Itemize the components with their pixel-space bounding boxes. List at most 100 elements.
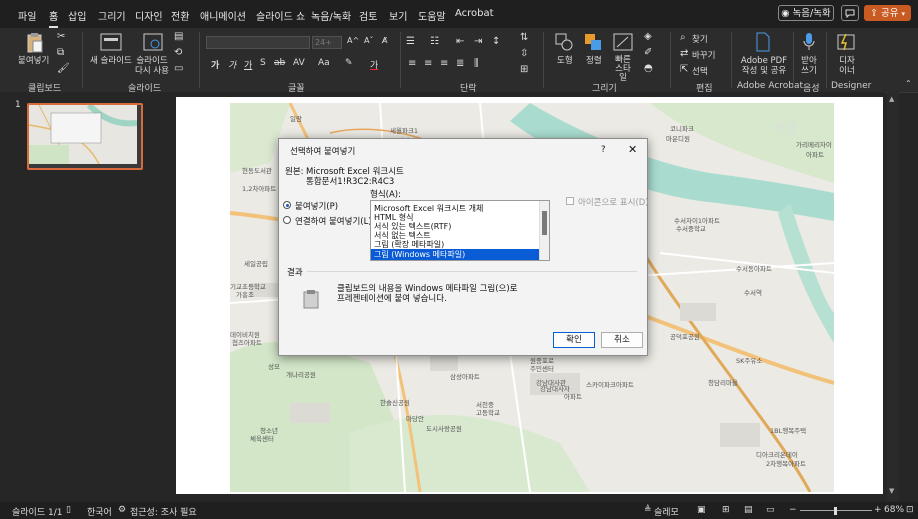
font-size-dropdown[interactable]: 24+ — [312, 36, 342, 49]
line-spacing-icon[interactable]: ↕ — [492, 36, 500, 47]
normal-view-icon[interactable]: ▣ — [697, 505, 706, 515]
grow-font-icon[interactable]: A^ — [347, 36, 359, 45]
menu-home[interactable]: 홈 — [49, 8, 59, 28]
record-button[interactable]: ◉ 녹음/녹화 — [778, 5, 834, 21]
numbering-icon[interactable]: ☷ — [430, 36, 439, 47]
list-scroll-thumb[interactable] — [542, 211, 547, 235]
arrange-button[interactable]: 정렬 — [586, 56, 602, 66]
slide-sorter-icon[interactable]: ⊞ — [722, 505, 730, 515]
spacing-icon[interactable]: AV — [293, 58, 305, 68]
bold-icon[interactable]: 가 — [211, 58, 219, 71]
collapse-ribbon-icon[interactable]: ⌃ — [905, 79, 912, 88]
new-slide-button[interactable]: 새 슬라이드 — [90, 56, 132, 66]
format-painter-icon[interactable]: 🖌 — [57, 63, 70, 74]
cancel-button[interactable]: 취소 — [601, 332, 643, 348]
menu-view[interactable]: 보기 — [389, 8, 407, 23]
align-left-icon[interactable]: ≡ — [408, 58, 416, 69]
justify-icon[interactable]: ≣ — [456, 58, 464, 69]
radio-paste-label[interactable]: 붙여넣기(P) — [295, 200, 338, 212]
radio-paste-link-label[interactable]: 연결하여 붙여넣기(L) — [295, 215, 372, 227]
bullets-icon[interactable]: ☰ — [406, 36, 415, 47]
menu-insert[interactable]: 삽입 — [68, 8, 86, 23]
columns-icon[interactable]: ⫼ — [474, 58, 479, 69]
reuse-slides-button[interactable]: 슬라이드 다시 사용 — [134, 56, 170, 76]
shadow-icon[interactable]: S — [260, 58, 266, 68]
notes-button[interactable]: 슬레모 — [654, 505, 679, 518]
menu-file[interactable]: 파일 — [18, 8, 36, 23]
increase-indent-icon[interactable]: ⇥ — [474, 36, 482, 47]
reading-view-icon[interactable]: ▤ — [744, 505, 753, 515]
select-button[interactable]: 선택 — [692, 65, 708, 77]
underline-icon[interactable]: 가 — [244, 58, 252, 71]
radio-paste-link[interactable] — [283, 216, 291, 224]
menu-animations[interactable]: 애니메이션 — [200, 8, 246, 23]
section-icon[interactable]: ▭ — [174, 63, 183, 74]
replace-button[interactable]: 바꾸기 — [692, 49, 715, 61]
select-icon: ⇱ — [680, 64, 689, 75]
align-text-icon[interactable]: ⇳ — [520, 48, 528, 59]
clear-format-icon[interactable]: A̸ — [382, 36, 387, 45]
slideshow-icon[interactable]: ▭ — [766, 505, 775, 515]
close-icon[interactable]: ✕ — [628, 143, 637, 156]
copy-icon[interactable]: ⧉ — [57, 47, 64, 58]
comment-button[interactable] — [841, 5, 859, 21]
radio-paste[interactable] — [283, 201, 291, 209]
shape-fill-icon[interactable]: ◈ — [644, 31, 652, 42]
display-as-icon-checkbox[interactable] — [566, 197, 574, 205]
change-case-icon[interactable]: Aa — [318, 58, 330, 68]
display-as-icon-label[interactable]: 아이콘으로 표시(D) — [578, 196, 649, 208]
menu-draw[interactable]: 그리기 — [98, 8, 126, 23]
menu-slideshow[interactable]: 슬라이드 쇼 — [256, 8, 305, 23]
share-button[interactable]: ⇪ 공유 ▾ — [864, 5, 911, 21]
shape-outline-icon[interactable]: ✐ — [644, 47, 652, 58]
menu-acrobat[interactable]: Acrobat — [455, 8, 494, 19]
zoom-in-icon[interactable]: + — [874, 505, 882, 515]
quick-styles-button[interactable]: 빠른 스타일 — [612, 56, 634, 83]
align-right-icon[interactable]: ≡ — [440, 58, 448, 69]
shapes-button[interactable]: 도형 — [557, 56, 573, 66]
slide-thumbnail[interactable] — [27, 102, 143, 170]
smartart-icon[interactable]: ⊞ — [520, 64, 528, 75]
language-indicator[interactable]: 한국어 — [87, 505, 112, 518]
align-center-icon[interactable]: ≡ — [424, 58, 432, 69]
layout-icon[interactable]: ▤ — [174, 31, 183, 42]
divider — [199, 32, 200, 88]
menu-transitions[interactable]: 전환 — [171, 8, 189, 23]
text-direction-icon[interactable]: ⇅ — [520, 32, 528, 43]
fit-slide-icon[interactable]: ⊡ — [906, 505, 914, 515]
decrease-indent-icon[interactable]: ⇤ — [456, 36, 464, 47]
zoom-level[interactable]: 68% — [884, 505, 904, 515]
menu-record[interactable]: 녹음/녹화 — [311, 8, 351, 23]
menu-review[interactable]: 검토 — [359, 8, 377, 23]
shape-effects-icon[interactable]: ◓ — [644, 63, 653, 74]
spelling-icon[interactable]: ▯ — [66, 505, 71, 515]
zoom-out-icon[interactable]: − — [789, 505, 797, 515]
accessibility-status[interactable]: 접근성: 조사 필요 — [130, 505, 197, 518]
strikethrough-icon[interactable]: ab — [274, 58, 285, 68]
scroll-down-icon[interactable]: ▼ — [889, 487, 894, 495]
menu-design[interactable]: 디자인 — [135, 8, 163, 23]
list-item-selected[interactable]: 그림 (Windows 메타파일) — [371, 249, 539, 260]
help-button[interactable]: ? — [601, 145, 606, 155]
find-button[interactable]: 찾기 — [692, 33, 708, 45]
highlight-icon[interactable]: ✎ — [345, 58, 353, 68]
shrink-font-icon[interactable]: Aˇ — [364, 36, 373, 45]
font-name-dropdown[interactable] — [206, 36, 310, 49]
paste-button[interactable]: 붙여넣기 — [18, 56, 49, 66]
italic-icon[interactable]: 가 — [228, 58, 236, 71]
vertical-scrollbar[interactable]: ▲ ▼ — [887, 92, 899, 502]
scroll-up-icon[interactable]: ▲ — [889, 95, 894, 103]
ok-button[interactable]: 확인 — [553, 332, 595, 348]
reset-icon[interactable]: ⟲ — [174, 47, 182, 58]
menu-help[interactable]: 도움말 — [418, 8, 446, 23]
cut-icon[interactable]: ✂ — [57, 31, 65, 42]
map-label: 스카이파크아파트 — [586, 381, 634, 389]
font-color-icon[interactable]: 가 — [370, 58, 378, 71]
dictate-button[interactable]: 받아쓰기 — [798, 56, 820, 76]
format-listbox[interactable]: Microsoft Excel 워크시트 개체 HTML 형식 서식 있는 텍스… — [370, 200, 550, 261]
designer-button[interactable]: 디자이너 — [836, 56, 858, 76]
zoom-slider-thumb[interactable] — [834, 507, 837, 515]
list-scrollbar[interactable] — [539, 201, 549, 260]
adobe-pdf-button[interactable]: Adobe PDF 작성 및 공유 — [738, 56, 790, 76]
designer-icon — [837, 33, 855, 51]
